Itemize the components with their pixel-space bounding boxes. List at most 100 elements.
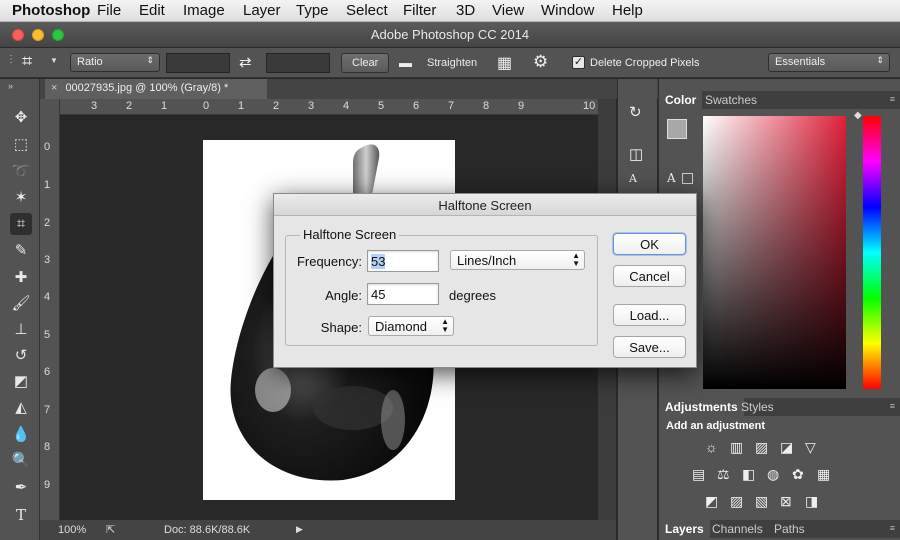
frequency-input[interactable]: 53 (367, 250, 439, 272)
save-button[interactable]: Save... (613, 336, 686, 358)
color-field[interactable] (703, 116, 846, 389)
panel-menu-icon[interactable]: ≡ (890, 401, 895, 411)
angle-input[interactable]: 45 (367, 283, 439, 305)
paint-bucket-tool-icon[interactable]: ◭ (10, 397, 32, 419)
brush-tool-icon[interactable]: 🖌 (10, 293, 32, 315)
history-panel-icon[interactable]: ↻ (629, 103, 642, 121)
vibrance-icon[interactable]: ▽ (805, 439, 816, 456)
invert-icon[interactable]: ◩ (705, 493, 718, 510)
tab-channels[interactable]: Channels (706, 520, 769, 538)
menu-select[interactable]: Select (346, 2, 388, 19)
tab-paths[interactable]: Paths (768, 520, 811, 538)
menu-edit[interactable]: Edit (139, 2, 165, 19)
document-tab[interactable]: × 00027935.jpg @ 100% (Gray/8) * (45, 79, 267, 99)
status-menu-arrow-icon[interactable]: ▶ (296, 524, 303, 535)
cancel-button[interactable]: Cancel (613, 265, 686, 287)
clone-stamp-tool-icon[interactable]: ⊥ (10, 319, 32, 341)
healing-brush-tool-icon[interactable]: ✚ (10, 267, 32, 289)
text-color-icon[interactable]: A (667, 171, 676, 185)
ruler-tick: 1 (238, 100, 245, 112)
exposure-icon[interactable]: ◪ (780, 439, 793, 456)
hue-saturation-icon[interactable]: ▤ (692, 466, 705, 483)
marquee-tool-icon[interactable]: ⬚ (10, 134, 32, 156)
type-tool-icon[interactable]: T (10, 504, 32, 526)
document-tab-title: 00027935.jpg @ 100% (Gray/8) * (65, 82, 229, 94)
ratio-select[interactable]: Ratio ⇕ (70, 53, 160, 72)
move-tool-icon[interactable]: ✥ (10, 107, 32, 129)
web-color-icon[interactable] (682, 173, 693, 184)
history-brush-tool-icon[interactable]: ↺ (10, 345, 32, 367)
menu-help[interactable]: Help (612, 2, 643, 19)
menu-type[interactable]: Type (296, 2, 329, 19)
angle-label: Angle: (325, 288, 362, 303)
menu-image[interactable]: Image (183, 2, 225, 19)
tab-color[interactable]: Color (659, 91, 703, 109)
clear-button[interactable]: Clear (341, 53, 390, 73)
overlay-grid-icon[interactable]: ▦ (497, 53, 512, 73)
ruler-tick: 2 (44, 217, 51, 229)
crop-width-field[interactable] (166, 53, 230, 73)
gradient-map-icon[interactable]: ⊠ (780, 493, 792, 510)
tab-layers[interactable]: Layers (659, 520, 710, 538)
load-button[interactable]: Load... (613, 304, 686, 326)
workspace-select[interactable]: Essentials ⇕ (768, 53, 890, 72)
delete-cropped-checkbox[interactable]: ✓ (572, 56, 585, 69)
menu-view[interactable]: View (492, 2, 524, 19)
crop-tool-icon[interactable]: ⌗ (22, 51, 32, 72)
eyedropper-tool-icon[interactable]: ✎ (10, 240, 32, 262)
lasso-tool-icon[interactable]: ➰ (10, 161, 32, 183)
frequency-unit-label: Lines/Inch (457, 253, 517, 268)
tab-adjustments[interactable]: Adjustments (659, 398, 744, 416)
swap-dimensions-icon[interactable]: ⇄ (239, 53, 252, 71)
crop-tool-selected-icon[interactable]: ⌗ (10, 213, 32, 235)
zoom-level[interactable]: 100% (58, 524, 86, 536)
ruler-tick: 6 (44, 366, 51, 378)
menu-filter[interactable]: Filter (403, 2, 436, 19)
tab-swatches[interactable]: Swatches (699, 91, 763, 109)
selective-color-icon[interactable]: ◨ (805, 493, 818, 510)
share-icon[interactable]: ⇱ (106, 523, 115, 536)
vertical-ruler: 0 1 2 3 4 5 6 7 8 9 (40, 99, 60, 520)
color-lookup-icon[interactable]: ▦ (817, 466, 830, 483)
frequency-unit-select[interactable]: Lines/Inch ▲ ▼ (450, 250, 585, 270)
menu-file[interactable]: File (97, 2, 121, 19)
photo-filter-icon[interactable]: ◍ (767, 466, 779, 483)
hue-slider-handle-icon[interactable]: ◆ (854, 110, 862, 121)
pen-tool-icon[interactable]: ✒ (10, 477, 32, 499)
menu-window[interactable]: Window (541, 2, 594, 19)
gear-icon[interactable]: ⚙ (533, 52, 548, 72)
eraser-tool-icon[interactable]: ◩ (10, 371, 32, 393)
foreground-color-swatch[interactable] (667, 119, 687, 139)
collapse-icon[interactable]: » (8, 81, 13, 91)
ruler-tick: 0 (203, 100, 210, 112)
menu-layer[interactable]: Layer (243, 2, 281, 19)
panel-menu-icon[interactable]: ≡ (890, 523, 895, 533)
curves-icon[interactable]: ▨ (755, 439, 768, 456)
close-tab-icon[interactable]: × (51, 82, 57, 94)
magic-wand-tool-icon[interactable]: ✶ (10, 187, 32, 209)
up-down-icon: ⇕ (876, 55, 884, 65)
hue-slider[interactable] (863, 116, 881, 389)
app-menu[interactable]: Photoshop (12, 2, 90, 19)
menu-3d[interactable]: 3D (456, 2, 475, 19)
levels-icon[interactable]: ▥ (730, 439, 743, 456)
character-panel-icon[interactable]: A (629, 172, 637, 185)
up-down-icon: ⇕ (146, 55, 154, 65)
posterize-icon[interactable]: ▨ (730, 493, 743, 510)
shape-select[interactable]: Diamond ▲ ▼ (368, 316, 454, 336)
color-balance-icon[interactable]: ⚖ (717, 466, 730, 483)
tab-styles[interactable]: Styles (735, 398, 780, 416)
panel-menu-icon[interactable]: ≡ (890, 94, 895, 104)
tool-preset-chevron-icon[interactable]: ▼ (50, 56, 58, 65)
black-white-icon[interactable]: ◧ (742, 466, 755, 483)
properties-panel-icon[interactable]: ◫ (629, 145, 643, 163)
brightness-contrast-icon[interactable]: ☼ (705, 439, 718, 455)
threshold-icon[interactable]: ▧ (755, 493, 768, 510)
channel-mixer-icon[interactable]: ✿ (792, 466, 804, 483)
ok-button[interactable]: OK (613, 233, 686, 255)
dodge-tool-icon[interactable]: 🔍 (10, 450, 32, 472)
blur-tool-icon[interactable]: 💧 (10, 424, 32, 446)
straighten-icon[interactable]: ▬ (399, 55, 412, 70)
crop-height-field[interactable] (266, 53, 330, 73)
straighten-label[interactable]: Straighten (427, 57, 477, 69)
